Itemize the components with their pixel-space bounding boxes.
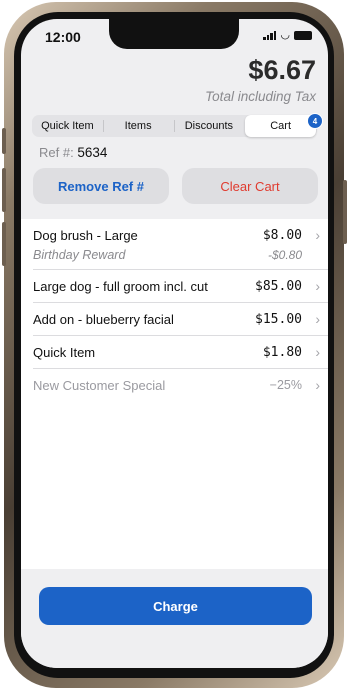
chevron-right-icon: ›	[315, 278, 320, 294]
volume-up-button	[2, 168, 6, 212]
ref-number: Ref #: 5634	[39, 145, 107, 160]
item-price: $8.00	[262, 227, 302, 243]
mute-switch	[2, 128, 6, 154]
phone-screen: 12:00 ◡ $6.67 Total including Tax Quick …	[21, 19, 328, 668]
power-button	[343, 180, 347, 244]
signal-icon	[263, 30, 277, 40]
status-time: 12:00	[45, 29, 81, 45]
chevron-right-icon: ›	[315, 377, 320, 393]
discount-name: New Customer Special	[33, 377, 166, 393]
tab-quick-item[interactable]: Quick Item	[32, 115, 103, 137]
cart-item[interactable]: Quick Item $1.80 ›	[33, 336, 328, 369]
clear-cart-button[interactable]: Clear Cart	[182, 168, 318, 204]
action-buttons: Remove Ref # Clear Cart	[33, 168, 318, 204]
cart-count-badge: 4	[307, 113, 323, 129]
battery-icon	[294, 30, 312, 40]
cart-item[interactable]: Dog brush - Large $8.00 › Birthday Rewar…	[33, 219, 328, 270]
discount-amount: −25%	[269, 378, 302, 392]
item-name: Dog brush - Large	[33, 227, 138, 243]
wifi-icon: ◡	[280, 29, 290, 41]
item-price: $85.00	[255, 278, 302, 294]
tab-discounts[interactable]: Discounts	[173, 115, 245, 137]
tab-items[interactable]: Items	[102, 115, 174, 137]
remove-ref-button[interactable]: Remove Ref #	[33, 168, 169, 204]
tab-cart[interactable]: Cart	[245, 115, 316, 137]
item-price: $15.00	[255, 311, 302, 327]
total-label: Total including Tax	[205, 89, 316, 104]
volume-down-button	[2, 222, 6, 266]
item-price: $1.80	[262, 344, 302, 360]
cart-item[interactable]: Large dog - full groom incl. cut $85.00 …	[33, 270, 328, 303]
ref-value: 5634	[77, 145, 108, 160]
item-discount-amount: -$0.80	[267, 248, 302, 262]
item-name: Add on - blueberry facial	[33, 311, 174, 327]
chevron-right-icon: ›	[315, 227, 320, 243]
charge-button[interactable]: Charge	[39, 587, 312, 625]
chevron-right-icon: ›	[315, 344, 320, 360]
footer: Charge	[21, 569, 328, 668]
cart-list: Dog brush - Large $8.00 › Birthday Rewar…	[21, 219, 328, 569]
cart-item[interactable]: Add on - blueberry facial $15.00 ›	[33, 303, 328, 336]
notch	[109, 19, 239, 49]
cart-total: $6.67	[248, 55, 316, 85]
status-icons: ◡	[263, 29, 312, 41]
tab-bar: Quick Item Items Discounts Cart	[32, 115, 317, 137]
item-name: Quick Item	[33, 344, 96, 360]
cart-header: $6.67 Total including Tax	[21, 53, 328, 123]
item-name: Large dog - full groom incl. cut	[33, 278, 208, 294]
ref-label: Ref #:	[39, 145, 74, 160]
item-discount-name: Birthday Reward	[33, 248, 126, 262]
chevron-right-icon: ›	[315, 311, 320, 327]
cart-discount-item[interactable]: New Customer Special −25% ›	[33, 369, 328, 401]
